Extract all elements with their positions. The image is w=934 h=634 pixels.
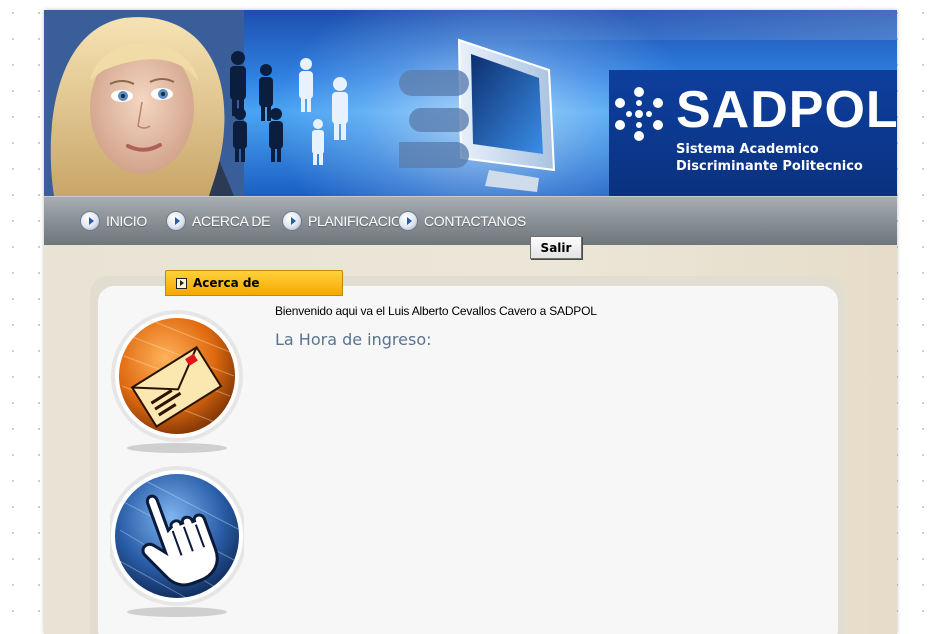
arrow-right-bullet-icon [80, 211, 100, 231]
logout-button[interactable]: Salir [530, 236, 582, 259]
page-container: SADPOL Sistema Academico Discriminante P… [44, 10, 897, 634]
nav-item-inicio[interactable]: INICIO [80, 210, 147, 232]
logo-subtitle: Sistema Academico Discriminante Politecn… [676, 142, 863, 174]
monitor-image [399, 38, 556, 192]
login-time-label-text: La Hora de ingreso [275, 330, 427, 349]
login-time-label: La Hora de ingreso: [275, 330, 432, 349]
login-time-colon: : [426, 330, 432, 349]
arrow-box-icon [176, 277, 187, 289]
nav-item-label: CONTACTANOS [424, 213, 526, 229]
welcome-text: Bienvenido aqui va el Luis Alberto Ceval… [275, 304, 597, 318]
nav-bar: INICIO ACERCA DE PLANIFICACION CONTACTAN… [44, 196, 897, 245]
people-silhouettes-image [230, 51, 348, 165]
envelope-orb-icon[interactable] [110, 306, 244, 454]
nav-item-label: ACERCA DE [192, 213, 271, 229]
hand-cursor-orb-icon[interactable] [110, 460, 244, 620]
logo-title: SADPOL [676, 81, 897, 139]
nav-item-contactanos[interactable]: CONTACTANOS [398, 210, 526, 232]
nav-item-label: PLANIFICACION [308, 213, 412, 229]
nav-item-planificacion[interactable]: PLANIFICACION [282, 210, 412, 232]
tab-label: Acerca de [193, 276, 260, 290]
arrow-right-bullet-icon [166, 211, 186, 231]
snowflake-dots-icon [615, 87, 663, 141]
arrow-right-bullet-icon [398, 211, 418, 231]
nav-item-acerca-de[interactable]: ACERCA DE [166, 210, 271, 232]
arrow-right-bullet-icon [282, 211, 302, 231]
woman-portrait-image [44, 10, 244, 196]
header-banner: SADPOL Sistema Academico Discriminante P… [44, 10, 897, 196]
tab-acerca-de[interactable]: Acerca de [165, 270, 343, 296]
nav-item-label: INICIO [106, 213, 147, 229]
